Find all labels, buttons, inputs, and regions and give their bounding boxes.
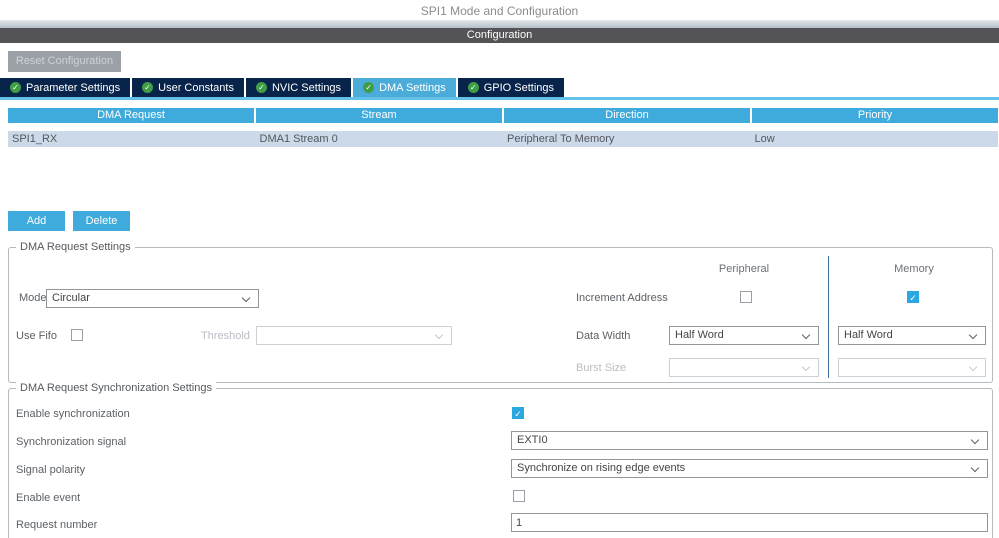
tab-user-constants[interactable]: ✓ User Constants <box>132 78 244 97</box>
column-header-dma-request: DMA Request <box>8 108 256 123</box>
chevron-down-icon <box>970 463 980 473</box>
mode-select[interactable]: Circular <box>46 289 259 308</box>
reset-configuration-button[interactable]: Reset Configuration <box>8 51 121 72</box>
spi1-configuration-panel: SPI1 Mode and Configuration Configuratio… <box>0 0 999 538</box>
signal-polarity-value: Synchronize on rising edge events <box>517 462 686 474</box>
dma-request-settings-group: DMA Request Settings Peripheral Memory M… <box>8 241 993 383</box>
chevron-down-icon <box>968 330 978 340</box>
dma-sync-settings-group: DMA Request Synchronization Settings Ena… <box>8 382 993 538</box>
tab-label: Parameter Settings <box>26 81 121 94</box>
request-number-input[interactable] <box>511 513 988 532</box>
green-check-icon: ✓ <box>10 82 21 93</box>
green-check-icon: ✓ <box>363 82 375 93</box>
table-header-row: DMA Request Stream Direction Priority <box>8 108 998 123</box>
enable-synchronization-checkbox[interactable]: ✓ <box>512 407 524 419</box>
tab-label: DMA Settings <box>379 81 446 94</box>
memory-column-header: Memory <box>894 263 934 275</box>
cell-dma-request: SPI1_RX <box>12 133 58 145</box>
group-legend: DMA Request Settings <box>16 241 135 253</box>
tab-underline <box>0 97 999 100</box>
mode-label: Mode <box>19 292 47 304</box>
chevron-down-icon <box>241 293 251 303</box>
synchronization-signal-label: Synchronization signal <box>16 436 127 448</box>
tab-nvic-settings[interactable]: ✓ NVIC Settings <box>245 78 352 97</box>
table-row[interactable]: SPI1_RX DMA1 Stream 0 Peripheral To Memo… <box>8 131 998 147</box>
chevron-down-icon <box>970 435 980 445</box>
enable-synchronization-label: Enable synchronization <box>16 408 130 420</box>
delete-button[interactable]: Delete <box>73 211 130 231</box>
column-header-direction: Direction <box>504 108 752 123</box>
enable-event-label: Enable event <box>16 492 81 504</box>
peripheral-column-header: Peripheral <box>718 263 770 275</box>
signal-polarity-select[interactable]: Synchronize on rising edge events <box>511 459 988 478</box>
cell-direction: Peripheral To Memory <box>507 133 615 145</box>
add-button[interactable]: Add <box>8 211 65 231</box>
green-check-icon: ✓ <box>142 82 154 93</box>
tab-label: GPIO Settings <box>483 81 555 94</box>
chevron-down-icon <box>801 330 811 340</box>
settings-tab-bar: ✓ Parameter Settings ✓ User Constants ✓ … <box>0 78 565 97</box>
group-legend: DMA Request Synchronization Settings <box>16 382 216 394</box>
threshold-label: Threshold <box>201 330 250 342</box>
synchronization-signal-value: EXTI0 <box>517 434 548 446</box>
increment-address-label: Increment Address <box>576 292 668 304</box>
synchronization-signal-select[interactable]: EXTI0 <box>511 431 988 450</box>
column-header-priority: Priority <box>752 108 998 123</box>
tab-label: NVIC Settings <box>271 81 342 94</box>
cell-stream: DMA1 Stream 0 <box>259 133 338 145</box>
header-divider-bar <box>0 20 999 28</box>
green-check-icon: ✓ <box>255 82 267 93</box>
data-width-peripheral-value: Half Word <box>675 329 724 341</box>
data-width-memory-select[interactable]: Half Word <box>838 326 986 345</box>
chevron-down-icon <box>968 362 978 372</box>
cell-priority: Low <box>754 133 775 145</box>
enable-event-checkbox[interactable] <box>513 490 525 502</box>
burst-size-memory-select <box>838 358 986 377</box>
chevron-down-icon <box>434 330 444 340</box>
use-fifo-label: Use Fifo <box>16 330 57 342</box>
green-check-icon: ✓ <box>467 82 479 93</box>
burst-size-peripheral-select <box>669 358 819 377</box>
mode-select-value: Circular <box>52 292 90 304</box>
column-separator <box>828 256 829 378</box>
chevron-down-icon <box>801 362 811 372</box>
use-fifo-checkbox[interactable] <box>71 329 83 341</box>
increment-address-peripheral-checkbox[interactable] <box>740 291 752 303</box>
data-width-label: Data Width <box>576 330 631 342</box>
data-width-peripheral-select[interactable]: Half Word <box>669 326 819 345</box>
configuration-section-header: Configuration <box>0 28 999 43</box>
threshold-select <box>256 326 452 345</box>
request-number-label: Request number <box>16 519 98 531</box>
dma-requests-table: DMA Request Stream Direction Priority SP… <box>8 108 998 147</box>
page-title: SPI1 Mode and Configuration <box>420 4 579 18</box>
tab-parameter-settings[interactable]: ✓ Parameter Settings <box>0 78 131 97</box>
tab-dma-settings[interactable]: ✓ DMA Settings <box>353 78 456 97</box>
tab-label: User Constants <box>158 81 234 94</box>
tab-gpio-settings[interactable]: ✓ GPIO Settings <box>457 78 565 97</box>
signal-polarity-label: Signal polarity <box>16 464 86 476</box>
data-width-memory-value: Half Word <box>844 329 893 341</box>
column-header-stream: Stream <box>256 108 504 123</box>
increment-address-memory-checkbox[interactable]: ✓ <box>907 291 919 303</box>
burst-size-label: Burst Size <box>576 362 627 374</box>
